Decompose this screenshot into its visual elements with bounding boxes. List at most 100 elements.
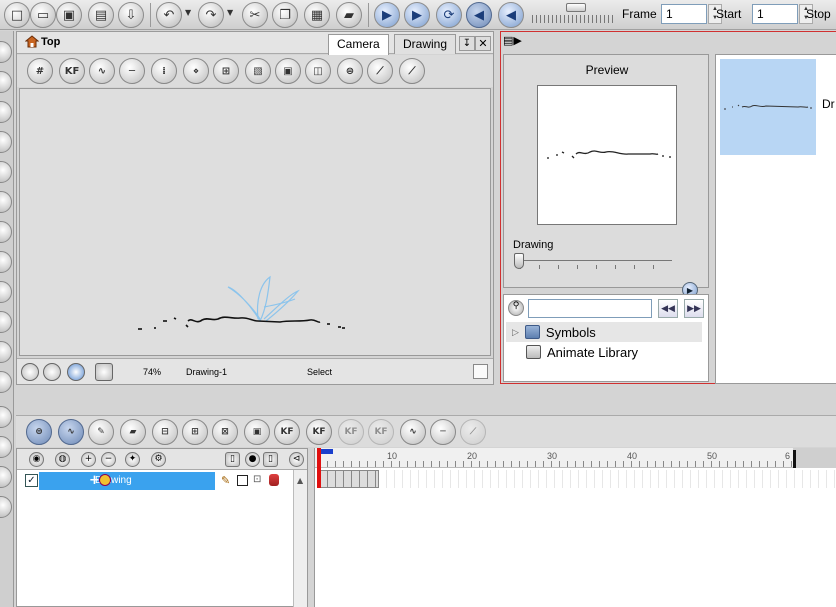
preview-render-icon[interactable] (95, 363, 113, 381)
timeline-frames[interactable]: 10 20 30 40 50 6 (314, 448, 836, 607)
frame-field[interactable]: 1 ▲ ▼ (661, 4, 722, 24)
reset-view-icon[interactable]: ⟋ (399, 58, 425, 84)
onion-skin-icon[interactable]: ⁞ (151, 58, 177, 84)
loop-icon[interactable]: ⟳ (436, 2, 462, 28)
library-menu-icon[interactable]: ▤▶ (503, 34, 541, 50)
flip-horizontal-icon[interactable]: ◫ (305, 58, 331, 84)
solo-icon[interactable]: ● (245, 452, 260, 467)
forward-arrow-icon[interactable]: ▶▶ (684, 299, 704, 318)
extend-exposure-icon[interactable]: ▣ (244, 419, 270, 445)
light-table-icon[interactable]: ⋄ (183, 58, 209, 84)
drawing-slider-thumb[interactable] (514, 253, 524, 269)
ease-curve-icon[interactable]: ⟋ (460, 419, 486, 445)
show-all-icon[interactable]: ◉ (29, 452, 44, 467)
layer-visible-checkbox[interactable]: ✓ (25, 474, 38, 487)
current-drawing[interactable]: Drawing-1 (186, 367, 227, 377)
volume-slider-thumb[interactable] (566, 3, 586, 12)
tree-item-symbols[interactable]: ▷ Symbols (506, 322, 702, 342)
start-field[interactable]: 1 ▲ ▼ (752, 4, 813, 24)
layer-scrollbar[interactable]: ▲ (293, 470, 307, 607)
rotate-icon[interactable]: ⟋ (367, 58, 393, 84)
zoom-tool-icon[interactable] (0, 341, 12, 363)
frames-row[interactable] (315, 470, 836, 488)
add-peg-icon[interactable]: ✦ (125, 452, 140, 467)
gear-icon[interactable] (43, 363, 61, 381)
grid-icon[interactable]: # (27, 58, 53, 84)
sound-icon[interactable]: ◀ (466, 2, 492, 28)
add-keyframe-icon[interactable]: KF (274, 419, 300, 445)
paste-icon[interactable]: ▦ (304, 2, 330, 28)
save-icon[interactable]: ▣ (56, 2, 82, 28)
start-flag-icon[interactable] (321, 449, 333, 454)
delete-frame-icon[interactable]: ⊠ (212, 419, 238, 445)
stack-tool-icon[interactable] (0, 496, 12, 518)
sound-scrub-icon[interactable]: ◀ (498, 2, 524, 28)
pencil-tool-icon[interactable] (0, 131, 12, 153)
layer-name[interactable]: Drawing (39, 472, 215, 490)
render-settings-icon[interactable] (67, 363, 85, 381)
text-tool-icon[interactable] (0, 161, 12, 183)
layer-toggle-icon[interactable]: ⊜ (26, 419, 52, 445)
breadcrumb[interactable]: Top (25, 35, 60, 48)
add-keyframe-icon[interactable]: KF (59, 58, 85, 84)
lock-all-icon[interactable]: ◍ (55, 452, 70, 467)
new-scene-icon[interactable]: □ (4, 2, 30, 28)
play-icon[interactable]: ▶ (374, 2, 400, 28)
drawing-slider[interactable] (514, 253, 676, 273)
layer-lock-icon[interactable]: ⊡ (253, 474, 261, 485)
remove-layer-icon[interactable]: − (101, 452, 116, 467)
panel-menu-icon[interactable]: ↧ (459, 36, 475, 51)
sound-wave-icon[interactable]: ∿ (58, 419, 84, 445)
library-open-icon[interactable]: ▰ (120, 419, 146, 445)
exposed-frames[interactable] (319, 470, 379, 488)
contour-editor-icon[interactable] (0, 71, 12, 93)
select-tool-icon[interactable] (0, 41, 12, 63)
frame-ruler[interactable]: 10 20 30 40 50 6 (315, 448, 836, 468)
layer-outline-icon[interactable] (237, 475, 248, 486)
save-as-icon[interactable]: ▤ (88, 2, 114, 28)
morph-tool-icon[interactable] (0, 466, 12, 488)
layer-row[interactable]: ✓ Drawing + ✎ ⊡ (19, 472, 305, 490)
brush-tool-icon[interactable] (0, 101, 12, 123)
next-keyframe-icon[interactable]: KF (368, 419, 394, 445)
edit-layer-icon[interactable]: ✎ (88, 419, 114, 445)
copy-icon[interactable]: ❐ (272, 2, 298, 28)
hand-tool-icon[interactable] (0, 371, 12, 393)
library-icon[interactable]: ▰ (336, 2, 362, 28)
undo-dropdown-icon[interactable]: ▼ (185, 8, 191, 17)
ellipse-tool-icon[interactable] (0, 281, 12, 303)
bone-tool-icon[interactable] (0, 436, 12, 458)
add-frame-icon[interactable]: ⊟ (152, 419, 178, 445)
expand-arrow-icon[interactable]: ▷ (512, 327, 519, 338)
open-icon[interactable]: ▭ (30, 2, 56, 28)
remove-keyframe-icon[interactable]: KF (306, 419, 332, 445)
tween-icon[interactable]: ─ (430, 419, 456, 445)
redo-icon[interactable]: ↷ (198, 2, 224, 28)
zoom-level[interactable]: 74% (143, 367, 161, 377)
collapse-icon[interactable]: ⊲ (289, 452, 304, 467)
search-icon[interactable]: ⚲ (508, 300, 524, 316)
redo-dropdown-icon[interactable]: ▼ (227, 8, 233, 17)
close-panel-icon[interactable]: ✕ (475, 36, 491, 51)
tree-item-animate-library[interactable]: Animate Library (526, 342, 638, 362)
cut-icon[interactable]: ✂ (242, 2, 268, 28)
line-tool-icon[interactable] (0, 251, 12, 273)
transform-tool-icon[interactable] (0, 406, 12, 428)
flip-vertical-icon[interactable]: ⊜ (337, 58, 363, 84)
prev-keyframe-icon[interactable]: KF (338, 419, 364, 445)
tab-camera[interactable]: Camera (328, 34, 389, 55)
outline-icon[interactable]: ▯ (225, 452, 240, 467)
drawing-canvas[interactable] (19, 88, 491, 356)
camera-mask-icon[interactable]: ▣ (275, 58, 301, 84)
drawing-thumbnail[interactable] (720, 59, 816, 155)
eraser-tool-icon[interactable] (0, 191, 12, 213)
safe-area-icon[interactable]: ▧ (245, 58, 271, 84)
paint-tool-icon[interactable] (0, 221, 12, 243)
status-checkbox[interactable] (473, 364, 488, 379)
add-layer-icon[interactable]: + (81, 452, 96, 467)
volume-slider[interactable] (532, 3, 614, 25)
crosshair-icon[interactable] (21, 363, 39, 381)
path-icon[interactable]: ─ (119, 58, 145, 84)
search-input[interactable] (528, 299, 652, 318)
undo-icon[interactable]: ↶ (156, 2, 182, 28)
